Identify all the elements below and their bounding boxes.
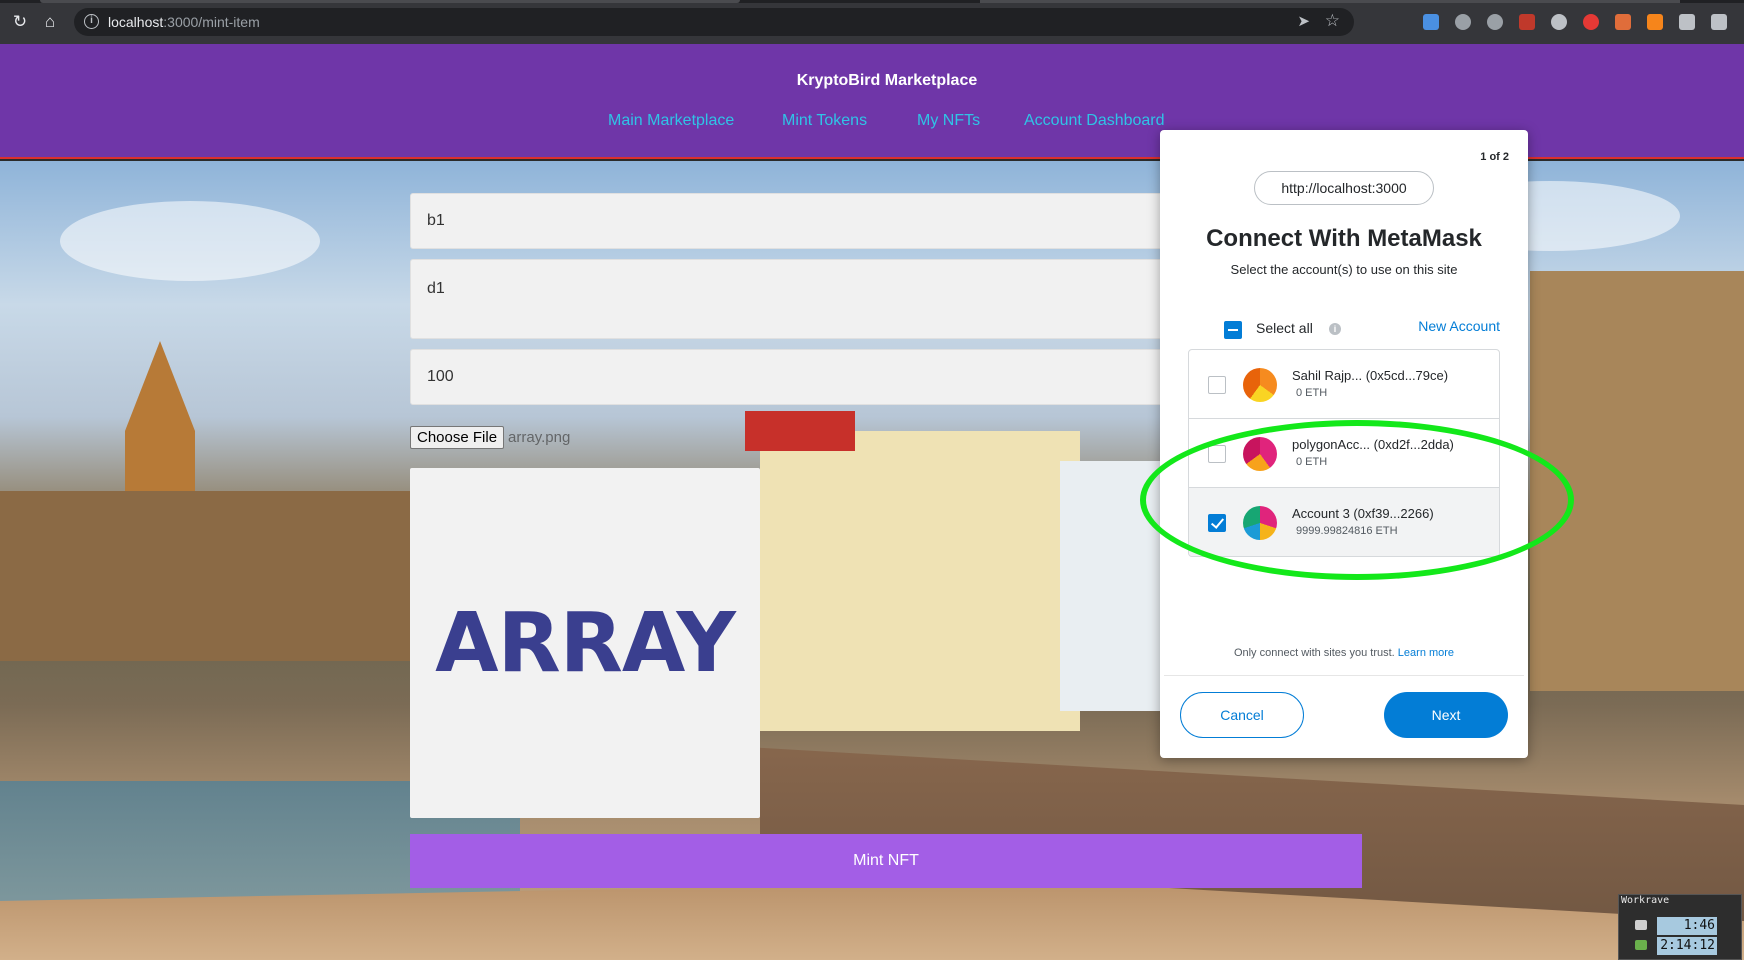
play-icon[interactable] xyxy=(1583,14,1599,30)
account-avatar xyxy=(1243,437,1277,471)
nft-description-input[interactable]: d1 xyxy=(410,259,1190,339)
nft-name-input[interactable]: b1 xyxy=(410,193,1190,249)
settings-gear-icon[interactable] xyxy=(1487,14,1503,30)
select-all-checkbox[interactable] xyxy=(1224,321,1242,339)
extension-icon-7[interactable] xyxy=(1615,14,1631,30)
extension-icon-1[interactable] xyxy=(1423,14,1439,30)
daily-limit-row: 2:14:12 xyxy=(1635,937,1735,955)
next-button[interactable]: Next xyxy=(1384,692,1508,738)
new-account-link[interactable]: New Account xyxy=(1418,318,1500,334)
puzzle-extensions-icon[interactable] xyxy=(1679,14,1695,30)
file-input[interactable]: Choose File array.png xyxy=(410,424,570,450)
choose-file-button[interactable]: Choose File xyxy=(410,425,505,449)
micro-break-timer: 1:46 xyxy=(1657,917,1717,935)
nav-mint-tokens[interactable]: Mint Tokens xyxy=(782,112,867,130)
footer-divider xyxy=(1164,675,1524,676)
info-icon[interactable]: i xyxy=(1329,323,1341,335)
workrave-title: Workrave xyxy=(1621,895,1670,906)
account-row[interactable]: Sahil Rajp... (0x5cd...79ce) 0 ETH xyxy=(1189,350,1499,419)
account-checkbox[interactable] xyxy=(1208,376,1226,394)
web-page: KryptoBird Marketplace Main Marketplace … xyxy=(0,44,1744,960)
home-icon[interactable]: ⌂ xyxy=(40,12,60,32)
account-row[interactable]: polygonAcc... (0xd2f...2dda) 0 ETH xyxy=(1189,419,1499,488)
nft-price-value: 100 xyxy=(427,368,454,385)
reload-icon[interactable]: ↻ xyxy=(10,12,30,32)
extension-icon-5[interactable] xyxy=(1551,14,1567,30)
page-indicator: 1 of 2 xyxy=(1480,151,1509,163)
micro-break-row: 1:46 xyxy=(1635,917,1735,935)
workrave-widget[interactable]: Workrave 1:46 2:14:12 xyxy=(1618,894,1742,960)
account-checkbox[interactable] xyxy=(1208,445,1226,463)
nav-account-dashboard[interactable]: Account Dashboard xyxy=(1024,112,1165,130)
account-balance: 0 ETH xyxy=(1296,387,1328,399)
daily-limit-icon xyxy=(1635,940,1647,950)
account-balance: 0 ETH xyxy=(1296,456,1328,468)
trust-note: Only connect with sites you trust. Learn… xyxy=(1233,647,1455,659)
popup-title: Connect With MetaMask xyxy=(1206,225,1482,252)
account-avatar xyxy=(1243,368,1277,402)
metamask-fox-icon[interactable] xyxy=(1647,14,1663,30)
url-text: localhost:3000/mint-item xyxy=(108,14,260,30)
preview-logo-text: ARRAY xyxy=(435,595,736,691)
site-info-icon[interactable]: i xyxy=(84,14,99,29)
nav-main-marketplace[interactable]: Main Marketplace xyxy=(608,112,734,130)
ublock-icon[interactable] xyxy=(1519,14,1535,30)
account-name: Account 3 (0xf39...2266) xyxy=(1292,506,1434,521)
nft-description-value: d1 xyxy=(427,280,445,297)
account-checkbox[interactable] xyxy=(1208,514,1226,532)
mint-nft-button[interactable]: Mint NFT xyxy=(410,834,1362,888)
nft-name-value: b1 xyxy=(427,212,445,229)
browser-toolbar: ↻ ⌂ i localhost:3000/mint-item ➤ ☆ xyxy=(0,0,1744,44)
reading-list-icon[interactable] xyxy=(1711,14,1727,30)
account-avatar xyxy=(1243,506,1277,540)
daily-limit-timer: 2:14:12 xyxy=(1657,937,1717,955)
share-icon[interactable]: ➤ xyxy=(1297,12,1310,30)
nft-price-input[interactable]: 100 xyxy=(410,349,1190,405)
account-list: Sahil Rajp... (0x5cd...79ce) 0 ETH polyg… xyxy=(1188,349,1500,557)
extension-icon-2[interactable] xyxy=(1455,14,1471,30)
account-balance: 9999.99824816 ETH xyxy=(1296,525,1398,537)
cancel-button[interactable]: Cancel xyxy=(1180,692,1304,738)
bookmark-star-icon[interactable]: ☆ xyxy=(1325,11,1340,31)
popup-subtitle: Select the account(s) to use on this sit… xyxy=(1230,262,1458,277)
address-bar[interactable]: i localhost:3000/mint-item ➤ ☆ xyxy=(74,8,1354,36)
nav-my-nfts[interactable]: My NFTs xyxy=(917,112,980,130)
site-origin-pill: http://localhost:3000 xyxy=(1254,171,1434,205)
metamask-connect-popup: 1 of 2 http://localhost:3000 Connect Wit… xyxy=(1160,130,1528,758)
selected-file-name: array.png xyxy=(508,428,571,446)
learn-more-link[interactable]: Learn more xyxy=(1398,647,1454,659)
site-brand[interactable]: KryptoBird Marketplace xyxy=(0,72,1744,90)
account-name: Sahil Rajp... (0x5cd...79ce) xyxy=(1292,368,1449,383)
image-preview: ARRAY xyxy=(410,468,760,818)
account-row[interactable]: Account 3 (0xf39...2266) 9999.99824816 E… xyxy=(1189,488,1499,556)
tab-strip xyxy=(0,0,1744,3)
select-all-label[interactable]: Select all xyxy=(1256,320,1313,336)
account-name: polygonAcc... (0xd2f...2dda) xyxy=(1292,437,1454,452)
micro-break-icon xyxy=(1635,920,1647,930)
